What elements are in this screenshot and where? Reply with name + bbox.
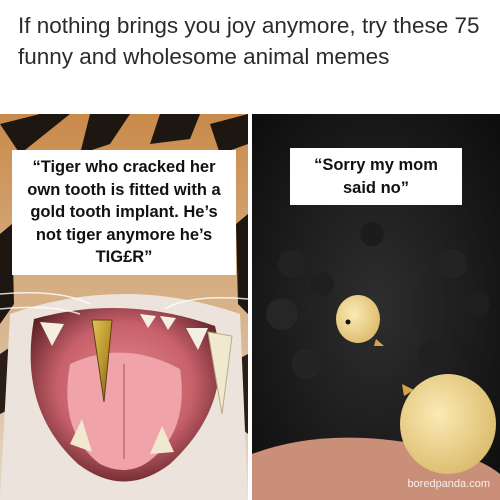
headline: If nothing brings you joy anymore, try t…	[18, 13, 480, 69]
chick-caption: “Sorry my mom said no”	[290, 148, 462, 205]
chick-meme-panel: “Sorry my mom said no” boredpanda.com	[252, 114, 500, 500]
tiger-caption: “Tiger who cracked her own tooth is fitt…	[12, 150, 236, 275]
tiger-meme-panel: “Tiger who cracked her own tooth is fitt…	[0, 114, 248, 500]
source-watermark: boredpanda.com	[407, 478, 490, 490]
header: If nothing brings you joy anymore, try t…	[0, 0, 500, 114]
